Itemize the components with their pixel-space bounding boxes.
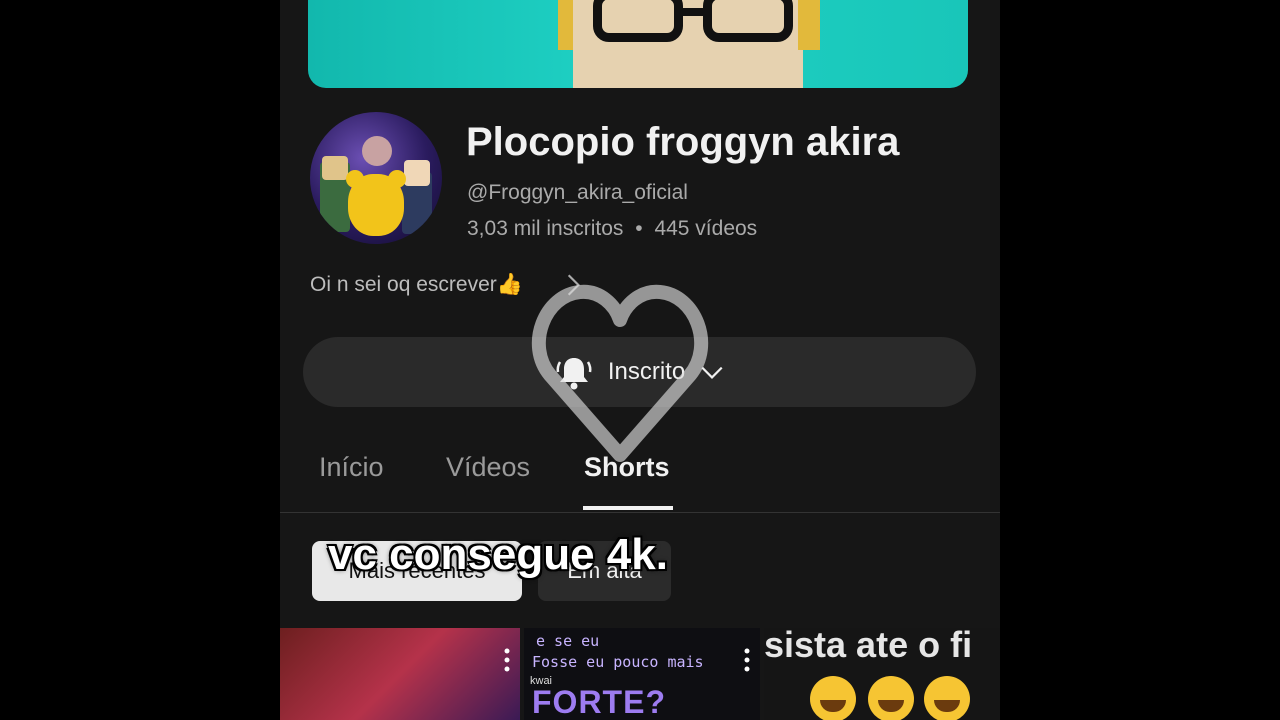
subscribed-label: Inscrito <box>607 358 686 385</box>
channel-banner <box>308 0 968 88</box>
more-vert-icon[interactable] <box>744 648 750 672</box>
more-vert-icon[interactable] <box>504 648 510 672</box>
laughing-emoji-icon <box>810 676 856 720</box>
banner-glasses-left <box>593 0 683 42</box>
banner-glasses-bridge <box>680 8 706 16</box>
short-text-line: e se eu <box>536 632 600 650</box>
subscriber-count: 3,03 mil inscritos <box>467 217 624 240</box>
stats-separator: • <box>635 217 643 240</box>
channel-page: Plocopio froggyn akira @Froggyn_akira_of… <box>280 0 1000 720</box>
short-text-line: Fosse eu pouco mais <box>532 653 704 671</box>
avatar-figure <box>404 160 430 186</box>
video-count: 445 vídeos <box>654 217 758 240</box>
chevron-right-icon[interactable] <box>560 272 586 298</box>
short-thumbnail[interactable] <box>280 628 520 720</box>
video-caption-overlay: vc consegue 4k. <box>328 530 668 579</box>
channel-handle: @Froggyn_akira_oficial <box>467 181 688 204</box>
channel-avatar[interactable] <box>310 112 442 244</box>
laughing-emoji-icon <box>868 676 914 720</box>
channel-description[interactable]: Oi n sei oq escrever👍 <box>310 273 523 297</box>
channel-name: Plocopio froggyn akira <box>466 120 900 164</box>
banner-glasses-right <box>703 0 793 42</box>
short-thumbnail[interactable]: e se eu Fosse eu pouco mais kwai FORTE? <box>524 628 760 720</box>
avatar-figure <box>322 156 348 180</box>
subscribed-button[interactable]: Inscrito <box>303 337 976 407</box>
shorts-grid: e se eu Fosse eu pouco mais kwai FORTE? … <box>280 628 1000 720</box>
short-thumbnail[interactable]: sista ate o fi <box>764 628 1000 720</box>
avatar-figure <box>362 136 392 166</box>
channel-tabs: Início Vídeos Shorts <box>280 440 1000 513</box>
chevron-down-icon <box>701 366 723 379</box>
tab-videos[interactable]: Vídeos <box>446 452 530 483</box>
short-text-line: sista ate o fi <box>764 628 973 665</box>
avatar-bear <box>348 174 404 236</box>
bell-icon <box>556 358 592 390</box>
laughing-emoji-icon <box>924 676 970 720</box>
short-big-text: FORTE? <box>532 684 666 720</box>
active-tab-indicator <box>583 506 673 510</box>
tab-shorts[interactable]: Shorts <box>584 452 670 483</box>
tab-inicio[interactable]: Início <box>319 452 384 483</box>
banner-hair-right <box>798 0 820 50</box>
channel-stats: 3,03 mil inscritos • 445 vídeos <box>467 217 757 241</box>
